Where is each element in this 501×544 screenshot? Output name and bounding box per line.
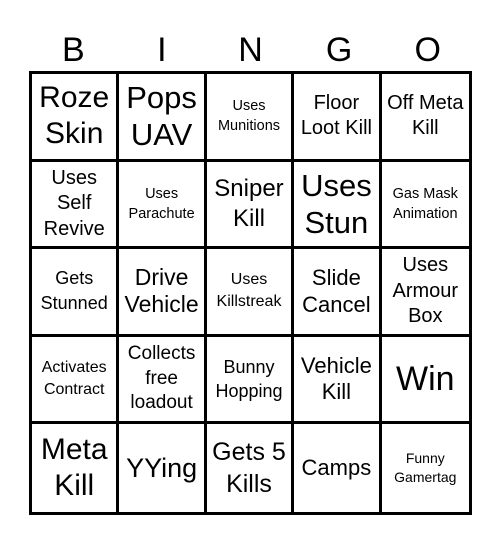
bingo-grid: Roze Skin Pops UAV Uses Munitions Floor … — [29, 71, 472, 515]
bingo-cell[interactable]: Uses Self Revive — [32, 161, 120, 250]
bingo-cell[interactable]: Collects free loadout — [119, 336, 207, 425]
bingo-cell[interactable]: Uses Parachute — [119, 161, 207, 250]
header-letter-b: B — [61, 31, 85, 69]
bingo-cell[interactable]: Sniper Kill — [206, 161, 295, 250]
bingo-cell[interactable]: Drive Vehicle — [119, 249, 207, 337]
header-letter-g: G — [325, 31, 353, 69]
bingo-cell[interactable]: Slide Cancel — [294, 249, 382, 337]
bingo-cell[interactable]: Floor Loot Kill — [294, 74, 382, 162]
bingo-cell[interactable]: Uses Stun — [294, 161, 382, 250]
bingo-header: B I N G O — [29, 28, 472, 72]
bingo-cell[interactable]: Activates Contract — [32, 336, 120, 425]
bingo-cell[interactable]: Off Meta Kill — [381, 74, 469, 162]
header-letter-o: O — [414, 31, 441, 69]
bingo-cell[interactable]: Win — [381, 337, 469, 425]
header-letter-n: N — [238, 31, 263, 69]
bingo-cell[interactable]: Roze Skin — [32, 74, 120, 162]
bingo-cell[interactable]: YYing — [119, 424, 207, 512]
bingo-cell[interactable]: Gets Stunned — [32, 249, 120, 337]
bingo-cell[interactable]: Uses Munitions — [206, 74, 295, 162]
bingo-cell[interactable]: Gets 5 Kills — [207, 424, 295, 512]
bingo-cell[interactable]: Bunny Hopping — [206, 336, 295, 425]
header-letter-i: I — [157, 31, 167, 69]
bingo-cell[interactable]: Uses Armour Box — [381, 249, 469, 337]
bingo-cell[interactable]: Pops UAV — [119, 74, 207, 162]
bingo-cell[interactable]: Funny Gamertag — [382, 424, 469, 512]
bingo-cell[interactable]: Vehicle Kill — [294, 336, 382, 425]
bingo-cell[interactable]: Camps — [294, 424, 382, 512]
bingo-cell[interactable]: Uses Killstreak — [206, 249, 295, 337]
bingo-cell[interactable]: Meta Kill — [32, 424, 120, 512]
bingo-cell[interactable]: Gas Mask Animation — [381, 162, 469, 250]
